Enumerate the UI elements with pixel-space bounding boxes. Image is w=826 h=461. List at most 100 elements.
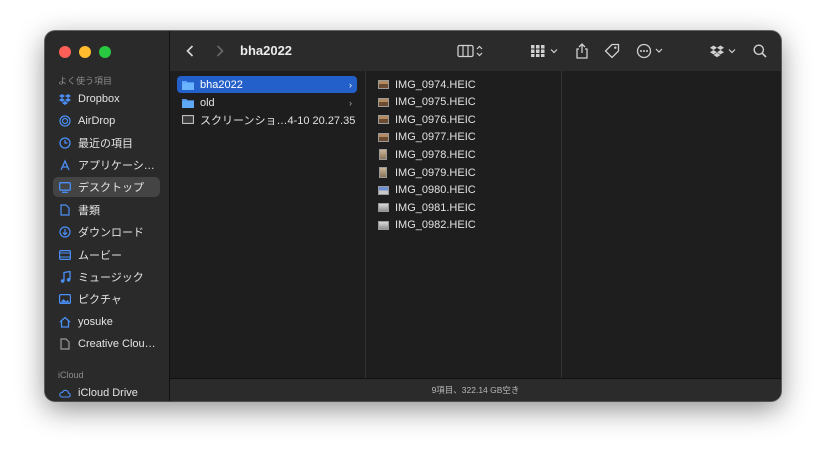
image-thumbnail-icon bbox=[377, 220, 389, 231]
documents-icon bbox=[59, 204, 71, 216]
sidebar-item-creative-cloud[interactable]: Creative Clou… bbox=[53, 334, 160, 354]
chevron-right-icon: › bbox=[349, 79, 352, 90]
sidebar-item-desktop[interactable]: デスクトップ bbox=[53, 177, 160, 197]
icloud-section-label: iCloud bbox=[58, 370, 84, 380]
item-name: bha2022 bbox=[200, 78, 243, 91]
sidebar-item-label: Dropbox bbox=[78, 93, 120, 105]
item-name: IMG_0976.HEIC bbox=[395, 113, 476, 126]
sidebar-item-downloads[interactable]: ダウンロード bbox=[53, 222, 160, 242]
status-text: 9項目、322.14 GB空き bbox=[431, 385, 520, 395]
item-name: IMG_0978.HEIC bbox=[395, 148, 476, 161]
chevron-right-icon: › bbox=[349, 97, 352, 108]
file-row[interactable]: IMG_0975.HEIC bbox=[372, 94, 552, 111]
action-menu-button[interactable] bbox=[636, 42, 666, 60]
window-controls bbox=[59, 46, 111, 58]
file-row[interactable]: IMG_0981.HEIC bbox=[372, 199, 552, 216]
share-button[interactable] bbox=[575, 42, 589, 60]
search-icon bbox=[753, 44, 767, 58]
recents-icon bbox=[59, 137, 71, 149]
group-button[interactable] bbox=[530, 42, 560, 60]
close-button[interactable] bbox=[59, 46, 71, 58]
sidebar-item-home[interactable]: yosuke bbox=[53, 312, 160, 332]
ellipsis-circle-icon bbox=[636, 43, 663, 59]
dropbox-icon bbox=[59, 93, 71, 105]
folder-row-old[interactable]: old › bbox=[177, 94, 357, 111]
item-name: IMG_0979.HEIC bbox=[395, 166, 476, 179]
airdrop-icon bbox=[59, 115, 71, 127]
file-row[interactable]: IMG_0978.HEIC bbox=[372, 146, 552, 163]
dropbox-icon bbox=[710, 45, 736, 58]
pictures-icon bbox=[59, 293, 71, 305]
folder-row-bha2022[interactable]: bha2022 › bbox=[177, 76, 357, 93]
columns-view-icon bbox=[457, 44, 483, 58]
sidebar-item-label: ダウンロード bbox=[78, 227, 144, 239]
file-row[interactable]: IMG_0980.HEIC bbox=[372, 182, 552, 199]
sidebar-item-label: 最近の項目 bbox=[78, 138, 133, 150]
image-thumbnail-icon bbox=[377, 167, 389, 178]
folder-icon bbox=[182, 79, 194, 90]
window-title: bha2022 bbox=[240, 43, 293, 58]
sidebar-item-airdrop[interactable]: AirDrop bbox=[53, 111, 160, 131]
music-icon bbox=[59, 271, 71, 283]
sidebar-item-label: iCloud Drive bbox=[78, 387, 138, 399]
icloud-icon bbox=[59, 387, 71, 399]
column-browser: bha2022 › old › スクリーンショ…4-10 20.27.35 IM… bbox=[170, 71, 781, 379]
sidebar-item-documents[interactable]: 書類 bbox=[53, 200, 160, 220]
sidebar-item-label: ミュージック bbox=[78, 272, 144, 284]
file-row[interactable]: IMG_0979.HEIC bbox=[372, 164, 552, 181]
file-row[interactable]: IMG_0977.HEIC bbox=[372, 129, 552, 146]
sidebar-item-dropbox[interactable]: Dropbox bbox=[53, 89, 160, 109]
sidebar-item-music[interactable]: ミュージック bbox=[53, 267, 160, 287]
item-name: old bbox=[200, 96, 215, 109]
item-name: IMG_0977.HEIC bbox=[395, 131, 476, 144]
sidebar: よく使う項目 Dropbox AirDrop 最近の項目 アプリケーシ… デスク… bbox=[45, 31, 170, 401]
sidebar-item-label: デスクトップ bbox=[78, 182, 144, 194]
back-button[interactable] bbox=[186, 42, 194, 60]
movies-icon bbox=[59, 249, 71, 261]
sidebar-item-movies[interactable]: ムービー bbox=[53, 245, 160, 265]
desktop-icon bbox=[59, 181, 71, 193]
applications-icon bbox=[59, 159, 71, 171]
file-row[interactable]: IMG_0982.HEIC bbox=[372, 217, 552, 234]
zoom-button[interactable] bbox=[99, 46, 111, 58]
sidebar-item-label: ムービー bbox=[78, 250, 122, 262]
column-1: bha2022 › old › スクリーンショ…4-10 20.27.35 bbox=[170, 71, 366, 379]
tag-button[interactable] bbox=[604, 42, 620, 60]
item-name: IMG_0980.HEIC bbox=[395, 184, 476, 197]
finder-window: よく使う項目 Dropbox AirDrop 最近の項目 アプリケーシ… デスク… bbox=[45, 31, 781, 401]
sidebar-item-pictures[interactable]: ピクチャ bbox=[53, 289, 160, 309]
image-thumbnail-icon bbox=[377, 149, 389, 161]
item-name: IMG_0982.HEIC bbox=[395, 219, 476, 232]
downloads-icon bbox=[59, 226, 71, 238]
image-thumbnail-icon bbox=[377, 114, 389, 125]
home-icon bbox=[59, 316, 71, 328]
sidebar-item-label: ピクチャ bbox=[78, 294, 122, 306]
sidebar-item-icloud-drive[interactable]: iCloud Drive bbox=[53, 383, 160, 401]
status-bar: 9項目、322.14 GB空き bbox=[170, 378, 781, 401]
dropbox-menu-button[interactable] bbox=[710, 42, 738, 60]
sidebar-item-label: Creative Clou… bbox=[78, 338, 156, 350]
file-row-screenshot[interactable]: スクリーンショ…4-10 20.27.35 bbox=[177, 111, 357, 128]
item-name: IMG_0974.HEIC bbox=[395, 78, 476, 91]
favorites-section-label: よく使う項目 bbox=[58, 76, 113, 86]
document-icon bbox=[59, 338, 71, 350]
toolbar: bha2022 bbox=[170, 31, 781, 71]
image-thumbnail-icon bbox=[377, 202, 389, 213]
sidebar-item-applications[interactable]: アプリケーシ… bbox=[53, 155, 160, 175]
item-name: IMG_0975.HEIC bbox=[395, 96, 476, 109]
image-thumbnail-icon bbox=[377, 97, 389, 108]
file-row[interactable]: IMG_0974.HEIC bbox=[372, 76, 552, 93]
sidebar-item-label: AirDrop bbox=[78, 115, 116, 127]
minimize-button[interactable] bbox=[79, 46, 91, 58]
forward-button[interactable] bbox=[216, 42, 224, 60]
view-mode-button[interactable] bbox=[457, 42, 485, 60]
image-thumbnail-icon bbox=[377, 185, 389, 196]
sidebar-item-recents[interactable]: 最近の項目 bbox=[53, 133, 160, 153]
chevron-right-icon bbox=[216, 45, 224, 57]
sidebar-item-label: 書類 bbox=[78, 205, 100, 217]
item-name: IMG_0981.HEIC bbox=[395, 201, 476, 214]
image-thumbnail-icon bbox=[377, 132, 389, 143]
share-icon bbox=[576, 43, 588, 59]
file-row[interactable]: IMG_0976.HEIC bbox=[372, 111, 552, 128]
search-button[interactable] bbox=[753, 42, 767, 60]
